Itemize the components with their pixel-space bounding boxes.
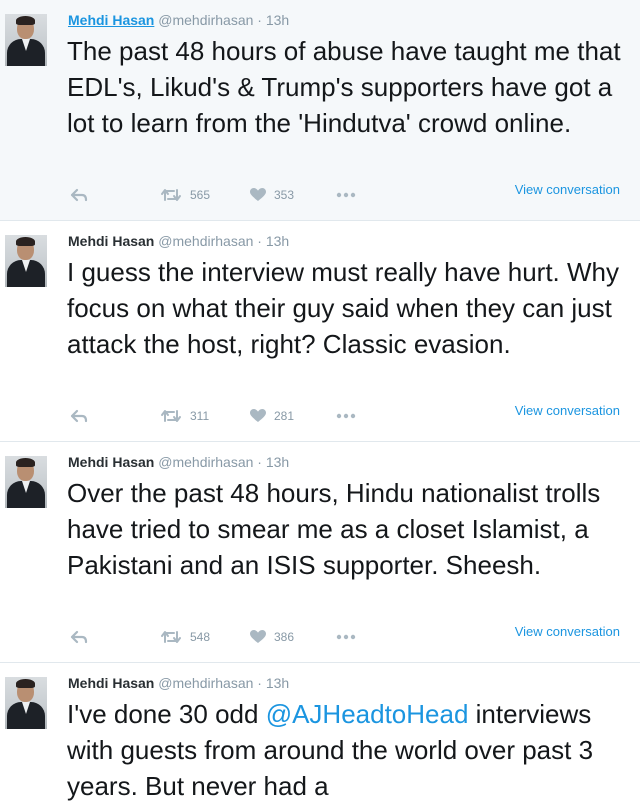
- like-button[interactable]: 281: [250, 409, 294, 423]
- like-count: 353: [274, 188, 295, 202]
- tweet[interactable]: Mehdi Hasan @mehdirhasan · 13h Over the …: [0, 442, 640, 663]
- timestamp[interactable]: 13h: [266, 233, 289, 249]
- separator-dot: ·: [257, 12, 262, 28]
- tweet[interactable]: Mehdi Hasan @mehdirhasan · 13h I guess t…: [0, 221, 640, 442]
- more-button[interactable]: [336, 192, 356, 198]
- tweet-actions: 548 386 View conversation: [70, 624, 630, 650]
- retweet-icon: [161, 631, 181, 643]
- more-dots-icon: [336, 192, 356, 198]
- tweet-text: Over the past 48 hours, Hindu nationalis…: [67, 478, 601, 580]
- view-conversation-link[interactable]: View conversation: [515, 403, 620, 418]
- timestamp[interactable]: 13h: [266, 675, 289, 691]
- separator-dot: ·: [257, 675, 262, 691]
- like-button[interactable]: 386: [250, 630, 294, 644]
- author-name[interactable]: Mehdi Hasan: [68, 675, 154, 691]
- tweet-text: I guess the interview must really have h…: [67, 257, 620, 359]
- avatar[interactable]: [5, 235, 47, 287]
- author-handle[interactable]: @mehdirhasan: [158, 454, 253, 470]
- author-name[interactable]: Mehdi Hasan: [68, 233, 154, 249]
- avatar[interactable]: [5, 677, 47, 729]
- avatar[interactable]: [5, 456, 47, 508]
- author-name[interactable]: Mehdi Hasan: [68, 454, 154, 470]
- retweet-count: 565: [190, 188, 211, 202]
- reply-arrow-icon: [70, 409, 88, 423]
- timestamp[interactable]: 13h: [266, 454, 289, 470]
- tweet[interactable]: Mehdi Hasan @mehdirhasan · 13h I've done…: [0, 663, 640, 807]
- reply-button[interactable]: [70, 188, 88, 202]
- mention-link[interactable]: @AJHeadtoHead: [266, 699, 469, 729]
- reply-button[interactable]: [70, 409, 88, 423]
- retweet-button[interactable]: 548: [160, 630, 210, 644]
- retweet-count: 311: [190, 409, 210, 423]
- like-button[interactable]: 353: [250, 188, 294, 202]
- avatar[interactable]: [5, 14, 47, 66]
- heart-icon: [250, 630, 266, 643]
- retweet-icon: [161, 410, 181, 422]
- more-dots-icon: [336, 413, 356, 419]
- tweet-header: Mehdi Hasan @mehdirhasan · 13h: [68, 454, 289, 470]
- author-handle[interactable]: @mehdirhasan: [158, 675, 253, 691]
- retweet-button[interactable]: 311: [160, 409, 209, 423]
- separator-dot: ·: [257, 233, 262, 249]
- tweet[interactable]: Mehdi Hasan @mehdirhasan · 13h The past …: [0, 0, 640, 221]
- more-button[interactable]: [336, 413, 356, 419]
- view-conversation-link[interactable]: View conversation: [515, 624, 620, 639]
- tweet-text-start: I've done 30 odd: [67, 699, 266, 729]
- reply-arrow-icon: [70, 188, 88, 202]
- author-handle[interactable]: @mehdirhasan: [158, 233, 253, 249]
- timestamp[interactable]: 13h: [266, 12, 289, 28]
- reply-arrow-icon: [70, 630, 88, 644]
- tweet-text: The past 48 hours of abuse have taught m…: [67, 36, 621, 138]
- heart-icon: [250, 188, 266, 201]
- heart-icon: [250, 409, 266, 422]
- retweet-icon: [161, 189, 181, 201]
- tweet-text: I've done 30 odd @AJHeadtoHead interview…: [67, 696, 637, 804]
- more-button[interactable]: [336, 634, 356, 640]
- reply-button[interactable]: [70, 630, 88, 644]
- separator-dot: ·: [257, 454, 262, 470]
- author-name[interactable]: Mehdi Hasan: [68, 12, 154, 28]
- retweet-button[interactable]: 565: [160, 188, 210, 202]
- more-dots-icon: [336, 634, 356, 640]
- like-count: 386: [274, 630, 295, 644]
- tweet-actions: 311 281 View conversation: [70, 403, 630, 429]
- retweet-count: 548: [190, 630, 211, 644]
- tweet-actions: 565 353 View conversation: [70, 182, 630, 208]
- tweet-header: Mehdi Hasan @mehdirhasan · 13h: [68, 675, 289, 691]
- view-conversation-link[interactable]: View conversation: [515, 182, 620, 197]
- tweet-header: Mehdi Hasan @mehdirhasan · 13h: [68, 233, 289, 249]
- author-handle[interactable]: @mehdirhasan: [158, 12, 253, 28]
- tweet-header: Mehdi Hasan @mehdirhasan · 13h: [68, 12, 289, 28]
- like-count: 281: [274, 409, 295, 423]
